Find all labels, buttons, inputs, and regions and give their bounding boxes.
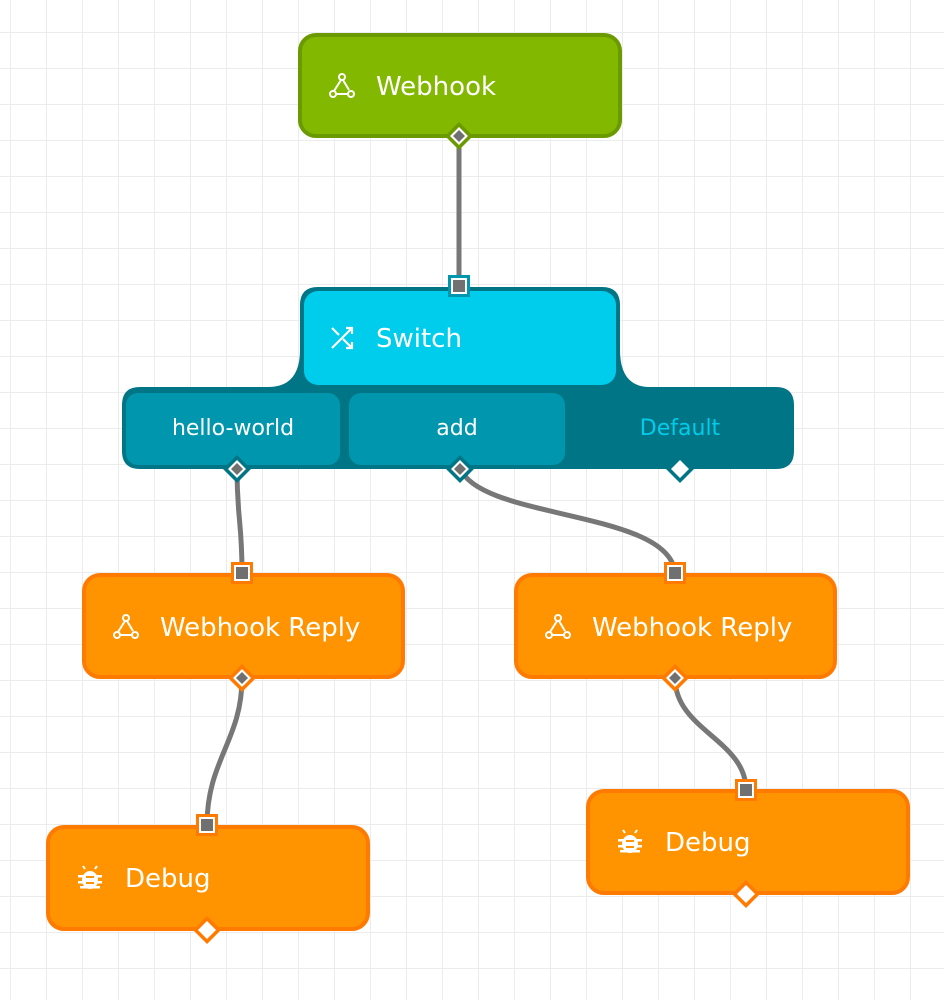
switch-case-add[interactable]: add <box>349 393 565 465</box>
case-label-add: add <box>436 416 477 441</box>
flow-canvas[interactable]: Webhook Switch hello-world add Default W… <box>0 0 944 1000</box>
edge-reply-left-to-debug-left[interactable] <box>204 675 245 828</box>
node-webhook-label: Webhook <box>376 72 496 102</box>
node-debug-right[interactable]: Debug <box>586 779 910 908</box>
switch-case-default[interactable]: Default <box>640 416 721 441</box>
node-reply-right-label: Webhook Reply <box>592 613 792 643</box>
edges <box>204 133 749 828</box>
node-switch[interactable]: Switch hello-world add Default <box>122 275 794 483</box>
node-debug-left-label: Debug <box>125 864 211 894</box>
node-reply-left[interactable]: Webhook Reply <box>82 562 405 692</box>
node-reply-right[interactable]: Webhook Reply <box>514 562 837 692</box>
case-label-hello-world: hello-world <box>172 416 294 441</box>
node-reply-left-label: Webhook Reply <box>160 613 360 643</box>
node-debug-right-label: Debug <box>665 828 751 858</box>
input-port[interactable] <box>231 562 253 584</box>
edge-hello-world-to-reply-left[interactable] <box>234 465 245 576</box>
case-label-default: Default <box>640 416 721 441</box>
input-port[interactable] <box>664 562 686 584</box>
switch-case-hello-world[interactable]: hello-world <box>126 393 340 465</box>
node-switch-label: Switch <box>376 324 462 354</box>
input-port[interactable] <box>448 275 470 297</box>
edge-add-to-reply-right[interactable] <box>457 465 678 576</box>
node-webhook[interactable]: Webhook <box>298 33 622 150</box>
edge-reply-right-to-debug-right[interactable] <box>672 675 749 793</box>
input-port[interactable] <box>735 779 757 801</box>
node-debug-left[interactable]: Debug <box>46 814 370 944</box>
input-port[interactable] <box>196 814 218 836</box>
